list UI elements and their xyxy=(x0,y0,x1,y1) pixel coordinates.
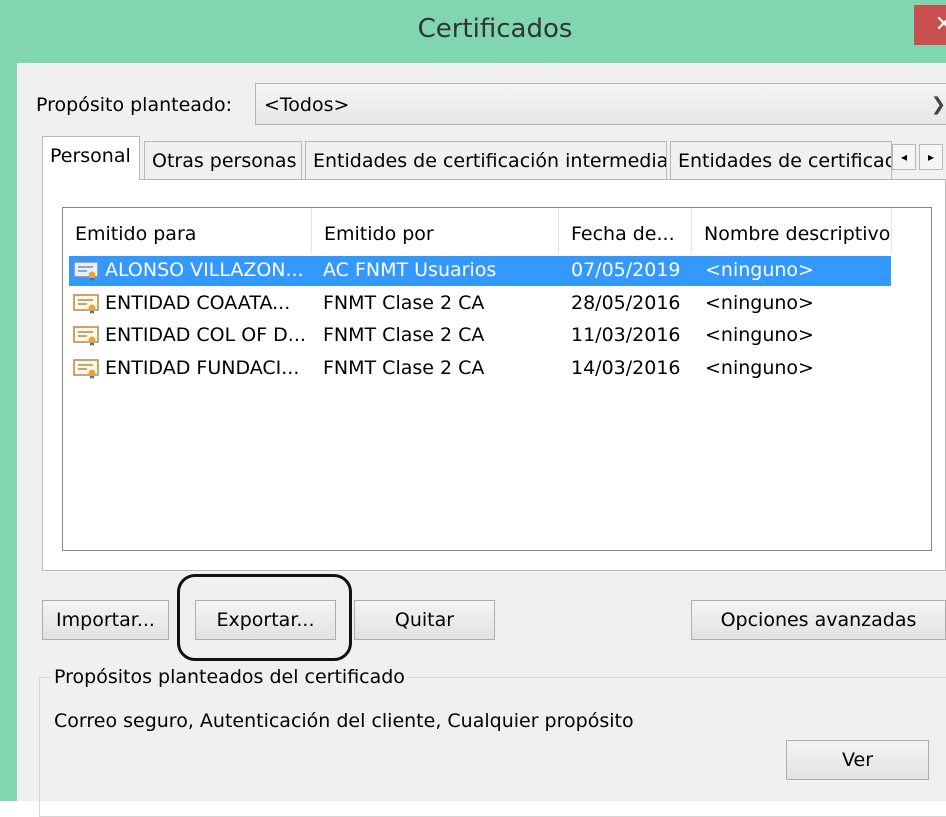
tab-otras-personas[interactable]: Otras personas xyxy=(144,141,302,179)
cell-date: 28/05/2016 xyxy=(571,292,681,314)
cell-date: 11/03/2016 xyxy=(571,324,681,346)
tab-entidades-intermedias[interactable]: Entidades de certificación intermedias xyxy=(305,141,667,179)
cell-friendly-name: <ninguno> xyxy=(705,259,814,281)
window-title: Certificados xyxy=(417,14,573,44)
cell-issued-by: FNMT Clase 2 CA xyxy=(323,357,485,379)
cell-friendly-name: <ninguno> xyxy=(705,324,814,346)
column-header-expiration[interactable]: Fecha de... xyxy=(559,208,692,254)
close-button[interactable]: ✕ xyxy=(914,5,946,45)
certificate-icon xyxy=(73,326,99,346)
export-highlight-annotation xyxy=(177,574,352,661)
cell-issued-to: ENTIDAD COL OF D... xyxy=(105,324,306,346)
view-button[interactable]: Ver xyxy=(786,740,929,780)
purpose-dropdown[interactable]: <Todos> ❯ xyxy=(255,83,946,125)
advanced-options-button[interactable]: Opciones avanzadas xyxy=(691,600,946,640)
column-header-issued-to[interactable]: Emitido para xyxy=(63,208,312,254)
certificate-list[interactable]: Emitido para Emitido por Fecha de... Nom… xyxy=(62,207,932,551)
cell-date: 14/03/2016 xyxy=(571,357,681,379)
dialog-body: Propósito planteado: <Todos> ❯ Personal … xyxy=(17,63,946,817)
tab-scroll-right-icon[interactable]: ▸ xyxy=(919,144,943,170)
certificate-icon xyxy=(73,261,99,281)
table-row[interactable]: ENTIDAD COL OF D... FNMT Clase 2 CA 11/0… xyxy=(69,321,891,351)
cell-issued-by: FNMT Clase 2 CA xyxy=(323,292,485,314)
tab-scroll-left-icon[interactable]: ◂ xyxy=(892,144,916,170)
cell-issued-to: ALONSO VILLAZON... xyxy=(105,259,304,281)
tab-panel-personal: Emitido para Emitido por Fecha de... Nom… xyxy=(42,179,946,571)
cell-date: 07/05/2019 xyxy=(571,259,681,281)
tab-personal[interactable]: Personal xyxy=(42,136,140,180)
cell-issued-to: ENTIDAD COAATA... xyxy=(105,292,291,314)
table-row[interactable]: ENTIDAD COAATA... FNMT Clase 2 CA 28/05/… xyxy=(69,289,891,319)
table-row[interactable]: ALONSO VILLAZON... AC FNMT Usuarios 07/0… xyxy=(69,256,891,286)
purpose-dropdown-value: <Todos> xyxy=(264,94,350,116)
cell-issued-to: ENTIDAD FUNDACI... xyxy=(105,357,300,379)
table-row[interactable]: ENTIDAD FUNDACI... FNMT Clase 2 CA 14/03… xyxy=(69,354,891,384)
cell-friendly-name: <ninguno> xyxy=(705,357,814,379)
purposes-group-title: Propósitos planteados del certificado xyxy=(50,666,409,688)
column-header-friendly-name[interactable]: Nombre descriptivo xyxy=(692,208,892,254)
tab-entidades-raiz[interactable]: Entidades de certificaci xyxy=(670,141,892,179)
chevron-down-icon: ❯ xyxy=(930,94,946,115)
column-header-issued-by[interactable]: Emitido por xyxy=(312,208,559,254)
certificate-icon xyxy=(73,294,99,314)
cell-issued-by: AC FNMT Usuarios xyxy=(323,259,497,281)
purposes-text: Correo seguro, Autenticación del cliente… xyxy=(54,710,634,732)
cell-issued-by: FNMT Clase 2 CA xyxy=(323,324,485,346)
certificates-window: Certificados ✕ Propósito planteado: <Tod… xyxy=(0,0,946,817)
cell-friendly-name: <ninguno> xyxy=(705,292,814,314)
certificate-icon xyxy=(73,359,99,379)
import-button[interactable]: Importar... xyxy=(42,600,169,640)
remove-button[interactable]: Quitar xyxy=(354,600,495,640)
purpose-label: Propósito planteado: xyxy=(36,94,233,116)
